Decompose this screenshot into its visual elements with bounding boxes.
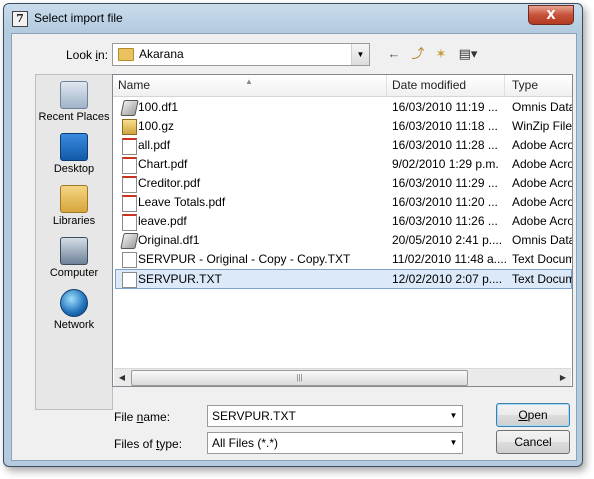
file-row[interactable]: leave.pdf 16/03/2010 11:26 ... Adobe Acr…	[116, 212, 572, 231]
places-bar: Recent Places Desktop Libraries Computer…	[35, 74, 113, 410]
chevron-down-icon[interactable]: ▼	[445, 433, 462, 453]
pdf-file-icon	[122, 176, 137, 193]
place-computer[interactable]: Computer	[36, 237, 112, 279]
dialog-body: Look in: Akarana ▼ ← ⤴ ✶ ▤▾ Recent Place…	[11, 33, 577, 461]
up-folder-icon[interactable]: ⤴	[409, 46, 427, 62]
view-menu-icon[interactable]: ▤▾	[455, 46, 481, 62]
file-row[interactable]: Original.df1 20/05/2010 2:41 p.... Omnis…	[116, 231, 572, 250]
file-name-label: File name:	[114, 410, 171, 424]
open-button[interactable]: Open	[496, 403, 570, 427]
title-bar[interactable]: 7 Select import file X	[4, 4, 582, 32]
file-name-value: SERVPUR.TXT	[212, 409, 296, 423]
winzip-file-icon	[122, 119, 137, 135]
pdf-file-icon	[122, 214, 137, 231]
omnis-data-file-icon	[120, 100, 139, 116]
file-list[interactable]: ▲ Name Date modified Type 100.df1 16/03/…	[112, 74, 573, 387]
chevron-down-icon[interactable]: ▼	[351, 44, 369, 65]
file-row[interactable]: 100.df1 16/03/2010 11:19 ... Omnis Data	[116, 98, 572, 117]
look-in-dropdown[interactable]: Akarana ▼	[112, 43, 370, 66]
column-header-name[interactable]: ▲ Name	[113, 75, 387, 96]
file-name-input[interactable]: SERVPUR.TXT ▼	[207, 405, 463, 427]
sort-ascending-icon: ▲	[245, 77, 253, 86]
scroll-left-icon[interactable]: ◀	[114, 369, 130, 386]
column-header-type[interactable]: Type	[507, 75, 572, 96]
place-network[interactable]: Network	[36, 289, 112, 331]
window-title: Select import file	[34, 11, 123, 25]
file-row[interactable]: 100.gz 16/03/2010 11:18 ... WinZip File	[116, 117, 572, 136]
scrollbar-thumb[interactable]: |||	[131, 370, 468, 386]
scroll-right-icon[interactable]: ▶	[555, 369, 571, 386]
omnis-data-file-icon	[120, 233, 139, 249]
file-row[interactable]: Chart.pdf 9/02/2010 1:29 p.m. Adobe Acro	[116, 155, 572, 174]
file-type-value: All Files (*.*)	[212, 436, 279, 450]
place-desktop[interactable]: Desktop	[36, 133, 112, 175]
chevron-down-icon[interactable]: ▼	[445, 406, 462, 426]
pdf-file-icon	[122, 138, 137, 155]
network-icon	[60, 289, 88, 317]
horizontal-scrollbar[interactable]: ◀ ||| ▶	[114, 368, 571, 386]
file-row[interactable]: Leave Totals.pdf 16/03/2010 11:20 ... Ad…	[116, 193, 572, 212]
cancel-button[interactable]: Cancel	[496, 430, 570, 454]
file-type-label: Files of type:	[114, 437, 183, 451]
file-row[interactable]: SERVPUR - Original - Copy - Copy.TXT 11/…	[116, 250, 572, 269]
place-recent-places[interactable]: Recent Places	[36, 81, 112, 123]
computer-icon	[60, 237, 88, 265]
look-in-label: Look in:	[66, 48, 109, 62]
place-label: Computer	[49, 267, 99, 279]
column-header: ▲ Name Date modified Type	[113, 75, 572, 97]
back-arrow-icon[interactable]: ←	[386, 46, 402, 62]
libraries-icon	[60, 185, 88, 213]
close-button[interactable]: X	[528, 5, 574, 25]
text-file-icon	[122, 252, 137, 268]
look-in-value: Akarana	[139, 47, 184, 61]
place-label: Recent Places	[38, 111, 110, 123]
desktop-icon	[60, 133, 88, 161]
file-row-selected[interactable]: SERVPUR.TXT 12/02/2010 2:07 p.... Text D…	[115, 269, 572, 289]
recent-places-icon	[60, 81, 88, 109]
pdf-file-icon	[122, 195, 137, 212]
place-label: Desktop	[53, 163, 95, 175]
pdf-file-icon	[122, 157, 137, 174]
import-dialog: 7 Select import file X Look in: Akarana …	[3, 3, 583, 467]
text-file-icon	[122, 272, 137, 288]
place-label: Libraries	[52, 215, 96, 227]
file-row[interactable]: all.pdf 16/03/2010 11:28 ... Adobe Acro	[116, 136, 572, 155]
app-icon: 7	[12, 11, 28, 27]
folder-icon	[118, 48, 134, 61]
file-row[interactable]: Creditor.pdf 16/03/2010 11:29 ... Adobe …	[116, 174, 572, 193]
file-type-dropdown[interactable]: All Files (*.*) ▼	[207, 432, 463, 454]
place-label: Network	[53, 319, 95, 331]
place-libraries[interactable]: Libraries	[36, 185, 112, 227]
column-header-date[interactable]: Date modified	[387, 75, 505, 96]
new-folder-icon[interactable]: ✶	[432, 46, 450, 62]
